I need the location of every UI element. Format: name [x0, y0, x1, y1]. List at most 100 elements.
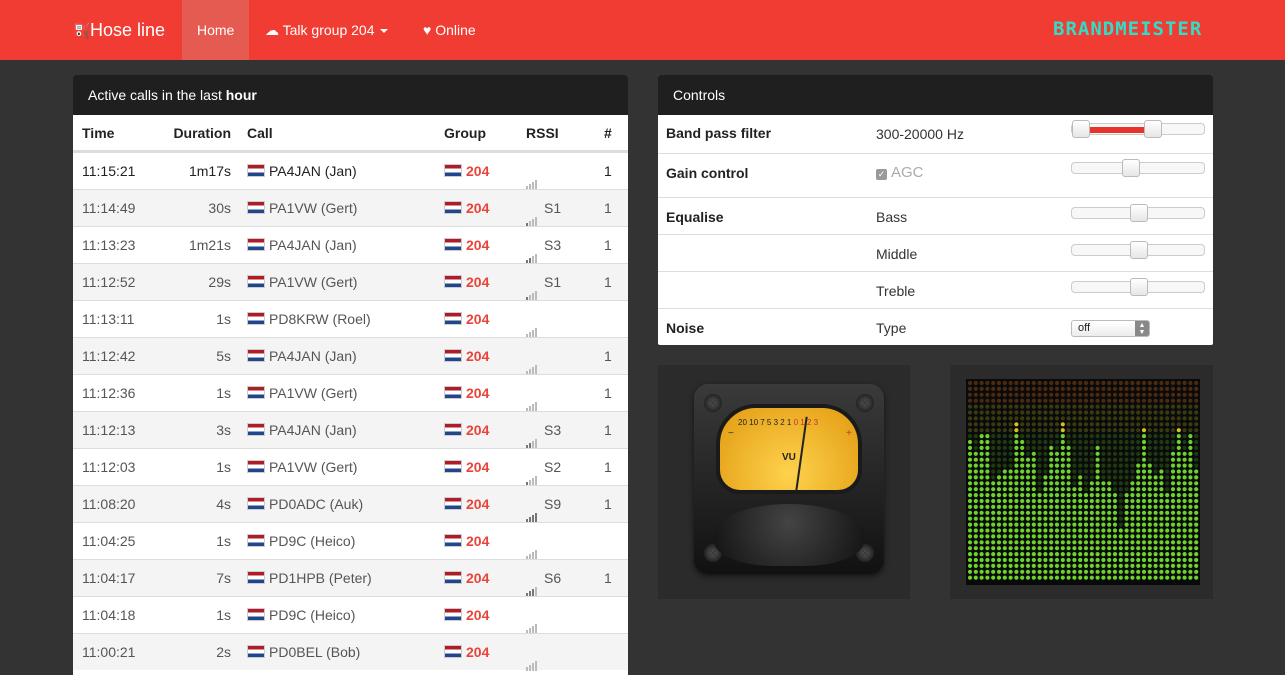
cell-rssi — [526, 153, 544, 190]
cell-group[interactable]: 204 — [444, 338, 489, 374]
call-label: PA1VW (Gert) — [269, 459, 358, 475]
group-label: 204 — [466, 348, 490, 364]
cell-group[interactable]: 204 — [444, 375, 489, 411]
table-row[interactable]: 11:13:23 1m21s PA4JAN (Jan) 204 S3 1 — [73, 226, 628, 264]
cell-group[interactable]: 204 — [444, 449, 489, 485]
signal-strength-icon — [526, 450, 538, 486]
table-row[interactable]: 11:12:03 1s PA1VW (Gert) 204 S2 1 — [73, 448, 628, 486]
treble-slider[interactable] — [1071, 278, 1205, 296]
middle-handle[interactable] — [1130, 241, 1148, 259]
band-pass-slider[interactable] — [1071, 120, 1205, 138]
cell-call[interactable]: PD0ADC (Auk) — [247, 486, 363, 522]
cell-group[interactable]: 204 — [444, 190, 489, 226]
signal-strength-icon — [526, 561, 538, 597]
table-row[interactable]: 11:12:13 3s PA4JAN (Jan) 204 S3 1 — [73, 411, 628, 449]
cell-duration: 2s — [216, 644, 231, 660]
cell-group[interactable]: 204 — [444, 597, 489, 633]
table-row[interactable]: 11:08:20 4s PD0ADC (Auk) 204 S9 1 — [73, 485, 628, 523]
band-pass-low-handle[interactable] — [1072, 120, 1090, 138]
rssi-label: S3 — [544, 422, 562, 438]
cell-call[interactable]: PD0BEL (Bob) — [247, 634, 360, 670]
call-label: PD0ADC (Auk) — [269, 496, 364, 512]
cell-group[interactable]: 204 — [444, 523, 489, 559]
cell-call[interactable]: PA4JAN (Jan) — [247, 338, 357, 374]
cell-group[interactable]: 204 — [444, 486, 489, 522]
signal-strength-icon — [526, 265, 538, 301]
rssi-label: S3 — [544, 237, 562, 253]
table-row[interactable]: 11:12:36 1s PA1VW (Gert) 204 1 — [73, 374, 628, 412]
cell-call[interactable]: PA1VW (Gert) — [247, 264, 357, 300]
nav-talk-group[interactable]: ☁ Talk group 204 — [250, 0, 403, 60]
group-label: 204 — [466, 570, 490, 586]
signal-strength-icon — [526, 598, 538, 634]
cell-group[interactable]: 204 — [444, 634, 489, 670]
table-row[interactable]: 11:04:17 7s PD1HPB (Peter) 204 S6 1 — [73, 559, 628, 597]
navbar: ⛽Hose line Home ☁ Talk group 204 ♥ Onlin… — [0, 0, 1285, 60]
netherlands-flag-icon — [247, 571, 265, 584]
cell-rssi: S1 — [526, 264, 561, 301]
cell-rssi — [526, 523, 544, 560]
cell-time: 11:12:42 — [82, 348, 136, 364]
table-row[interactable]: 11:13:11 1s PD8KRW (Roel) 204 — [73, 300, 628, 338]
cell-call[interactable]: PA4JAN (Jan) — [247, 412, 357, 448]
vu-meter-face: 20 10 7 5 3 2 1 0 1 2 3 − + VU — [716, 404, 862, 494]
vu-label: VU — [782, 452, 796, 463]
call-label: PA1VW (Gert) — [269, 200, 358, 216]
netherlands-flag-icon — [444, 497, 462, 510]
cell-rssi: S9 — [526, 486, 561, 523]
cell-group[interactable]: 204 — [444, 412, 489, 448]
bass-label: Bass — [876, 209, 908, 225]
band-pass-high-handle[interactable] — [1144, 120, 1162, 138]
type-label: Type — [876, 320, 907, 336]
cell-call[interactable]: PA1VW (Gert) — [247, 375, 357, 411]
col-count: # — [604, 125, 612, 141]
cell-call[interactable]: PA4JAN (Jan) — [247, 227, 357, 263]
cell-group[interactable]: 204 — [444, 227, 489, 263]
cell-group[interactable]: 204 — [444, 560, 489, 596]
treble-handle[interactable] — [1130, 278, 1148, 296]
gain-slider[interactable] — [1071, 159, 1205, 177]
agc-checkbox[interactable]: ✓ AGC — [876, 164, 924, 181]
table-row[interactable]: 11:00:21 2s PD0BEL (Bob) 204 — [73, 633, 628, 671]
cell-call[interactable]: PA1VW (Gert) — [247, 449, 357, 485]
group-label: 204 — [466, 385, 490, 401]
cell-duration: 1s — [216, 385, 231, 401]
cell-count: 1 — [604, 422, 612, 438]
netherlands-flag-icon — [247, 349, 265, 362]
rssi-label: S1 — [544, 274, 562, 290]
nav-online-label: Online — [435, 22, 476, 38]
cell-call[interactable]: PD1HPB (Peter) — [247, 560, 372, 596]
active-calls-heading: Active calls in the last hour — [73, 75, 628, 115]
call-label: PA4JAN (Jan) — [269, 237, 357, 253]
table-row[interactable]: 11:04:25 1s PD9C (Heico) 204 — [73, 522, 628, 560]
cell-call[interactable]: PD8KRW (Roel) — [247, 301, 371, 337]
netherlands-flag-icon — [444, 238, 462, 251]
table-row[interactable]: 11:12:42 5s PA4JAN (Jan) 204 1 — [73, 337, 628, 375]
vu-needle — [794, 416, 808, 490]
table-row[interactable]: 11:15:21 1m17s PA4JAN (Jan) 204 1 — [73, 152, 628, 190]
cell-call[interactable]: PD9C (Heico) — [247, 597, 355, 633]
brand[interactable]: ⛽Hose line — [72, 0, 165, 60]
cell-time: 11:04:17 — [82, 570, 136, 586]
table-row[interactable]: 11:04:18 1s PD9C (Heico) 204 — [73, 596, 628, 634]
cell-call[interactable]: PD9C (Heico) — [247, 523, 355, 559]
table-row[interactable]: 11:14:49 30s PA1VW (Gert) 204 S1 1 — [73, 189, 628, 227]
table-row[interactable]: 11:12:52 29s PA1VW (Gert) 204 S1 1 — [73, 263, 628, 301]
cell-time: 11:08:20 — [82, 496, 136, 512]
nav-home[interactable]: Home — [182, 0, 250, 60]
bass-handle[interactable] — [1130, 204, 1148, 222]
cell-time: 11:12:13 — [82, 422, 136, 438]
cell-duration: 1m17s — [188, 163, 231, 179]
cell-group[interactable]: 204 — [444, 301, 489, 337]
gain-handle[interactable] — [1122, 159, 1140, 177]
cell-call[interactable]: PA4JAN (Jan) — [247, 153, 357, 189]
bass-slider[interactable] — [1071, 204, 1205, 222]
noise-type-select[interactable]: off ▲ ▼ — [1071, 320, 1150, 337]
nav-online[interactable]: ♥ Online — [408, 0, 491, 60]
middle-slider[interactable] — [1071, 241, 1205, 259]
cell-call[interactable]: PA1VW (Gert) — [247, 190, 357, 226]
cell-group[interactable]: 204 — [444, 264, 489, 300]
gain-row: Gain control ✓ AGC — [658, 153, 1213, 197]
netherlands-flag-icon — [247, 164, 265, 177]
cell-group[interactable]: 204 — [444, 153, 489, 189]
